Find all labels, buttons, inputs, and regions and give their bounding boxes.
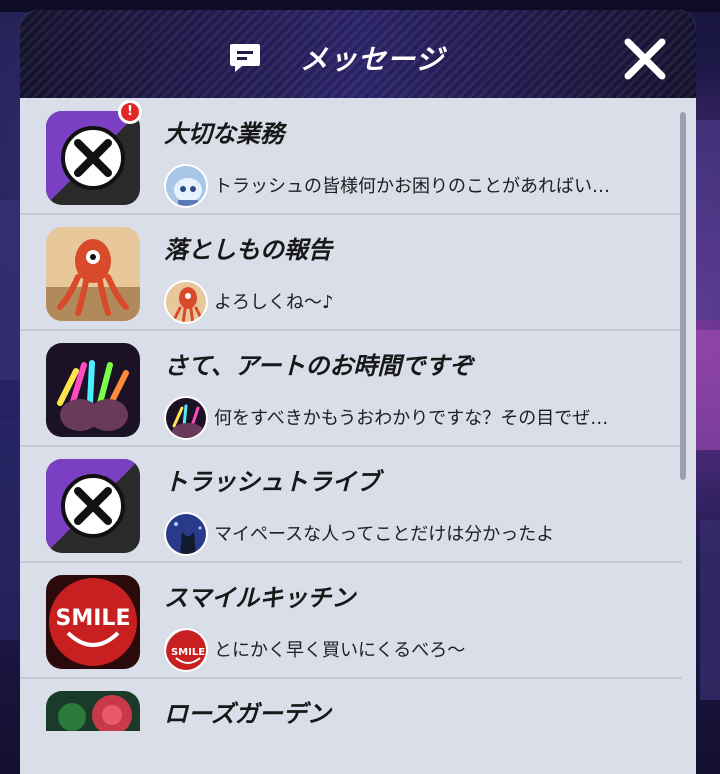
message-preview: トラッシュの皆様何かお困りのことがあればい… [214, 176, 610, 197]
octopus-icon [46, 227, 140, 321]
smile-logo-icon: SMILE [46, 575, 140, 669]
close-icon[interactable] [620, 34, 670, 84]
message-title: 落としもの報告 [164, 236, 332, 264]
message-title: ローズガーデン [164, 700, 331, 728]
message-row[interactable]: さて、アートのお時間ですぞ 何をすべきかもうおわかりですな？その目でぜ… [20, 330, 682, 447]
message-row[interactable]: トラッシュトライブ マイペースな人ってことだけは分かったよ [20, 446, 682, 563]
octopus-avatar [164, 280, 208, 324]
message-row[interactable]: 落としもの報告 よろしくね～♪ [20, 214, 682, 331]
chat-bubble-icon [230, 44, 260, 72]
message-title: 大切な業務 [164, 120, 284, 148]
trash-x-icon [46, 459, 140, 553]
message-row[interactable]: ローズガーデン [20, 678, 682, 774]
message-preview: よろしくね～♪ [214, 292, 334, 313]
message-title: さて、アートのお時間ですぞ [164, 352, 474, 380]
message-row[interactable]: ! 大切な業務 トラッシュの皆様何かお困りのことがあればい… [20, 98, 682, 215]
robot-avatar [164, 164, 208, 208]
message-title: スマイルキッチン [164, 584, 356, 612]
message-preview: とにかく早く買いにくるべろ～ [214, 640, 466, 661]
trash-x-icon [46, 111, 140, 205]
scrollbar-thumb[interactable] [680, 112, 686, 480]
message-list: ! 大切な業務 トラッシュの皆様何かお困りのことがあればい… 落としもの報告 よ… [20, 98, 682, 774]
cat-avatar [164, 512, 208, 556]
page-title: メッセージ [300, 43, 445, 76]
panel-header: メッセージ [20, 10, 696, 98]
svg-text:SMILE: SMILE [171, 647, 205, 658]
unread-badge: ! [118, 100, 142, 124]
message-preview: 何をすべきかもうおわかりですな？その目でぜ… [214, 408, 609, 429]
glowsticks-avatar [164, 396, 208, 440]
svg-text:SMILE: SMILE [56, 606, 131, 631]
message-panel: メッセージ ! 大切な業務 トラッシュの皆様何かお困りのことがあればい… 落とし… [20, 10, 696, 774]
glowsticks-icon [46, 343, 140, 437]
rose-icon [46, 691, 140, 731]
message-title: トラッシュトライブ [164, 468, 380, 496]
message-row[interactable]: SMILE スマイルキッチン SMILE とにかく早く買いにくるべろ～ [20, 562, 682, 679]
message-preview: マイペースな人ってことだけは分かったよ [214, 524, 555, 545]
smile-avatar: SMILE [164, 628, 208, 672]
